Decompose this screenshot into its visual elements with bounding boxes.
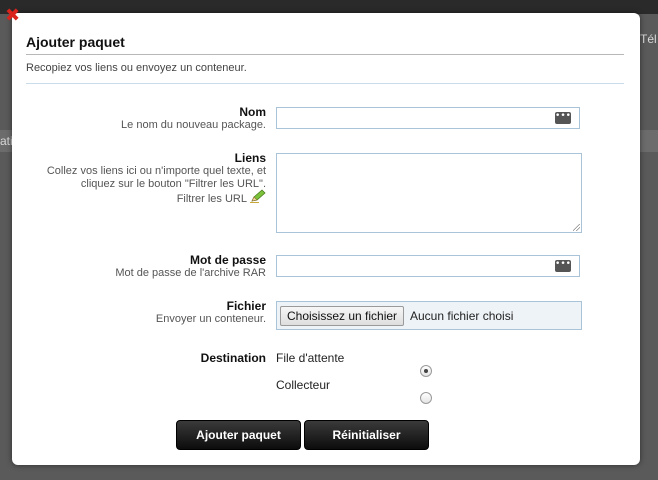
add-package-dialog: Ajouter paquet Recopiez vos liens ou env… (12, 13, 640, 465)
password-input[interactable]: ••• (276, 255, 580, 277)
password-help: Mot de passe de l'archive RAR (115, 267, 266, 279)
file-label: Fichier (226, 299, 266, 313)
name-help: Le nom du nouveau package. (121, 119, 266, 131)
close-icon[interactable]: ✖ (5, 7, 23, 25)
background-tab-text: Tél (640, 32, 657, 46)
dots-icon[interactable]: ••• (555, 260, 571, 272)
destination-option-queue: File d'attente (276, 351, 345, 365)
dialog-title: Ajouter paquet (26, 34, 624, 55)
reset-button[interactable]: Réinitialiser (304, 420, 429, 450)
name-label: Nom (239, 105, 266, 119)
queue-radio[interactable] (420, 365, 432, 377)
filter-urls-link[interactable]: Filtrer les URL (177, 193, 247, 206)
links-textarea[interactable] (276, 153, 582, 233)
collector-radio[interactable] (420, 392, 432, 404)
dots-icon[interactable]: ••• (555, 112, 571, 124)
resize-grip-icon[interactable] (573, 224, 580, 231)
destination-label: Destination (200, 351, 266, 365)
background-top-bar (0, 0, 658, 14)
links-label: Liens (234, 151, 266, 165)
name-input[interactable]: ••• (276, 107, 580, 129)
links-help-line2: cliquez sur le bouton "Filtrer les URL". (80, 178, 266, 190)
destination-option-collector: Collecteur (276, 378, 331, 392)
file-input: Choisissez un fichier Aucun fichier choi… (276, 301, 582, 330)
choose-file-button[interactable]: Choisissez un fichier (280, 306, 405, 326)
add-package-button[interactable]: Ajouter paquet (176, 420, 301, 450)
password-label: Mot de passe (189, 253, 266, 267)
links-help-line1: Collez vos liens ici ou n'importe quel t… (46, 165, 266, 177)
pencil-icon[interactable] (250, 189, 266, 203)
file-help: Envoyer un conteneur. (155, 313, 266, 325)
dialog-description: Recopiez vos liens ou envoyez un contene… (26, 62, 624, 84)
file-status: Aucun fichier choisi (410, 309, 514, 323)
